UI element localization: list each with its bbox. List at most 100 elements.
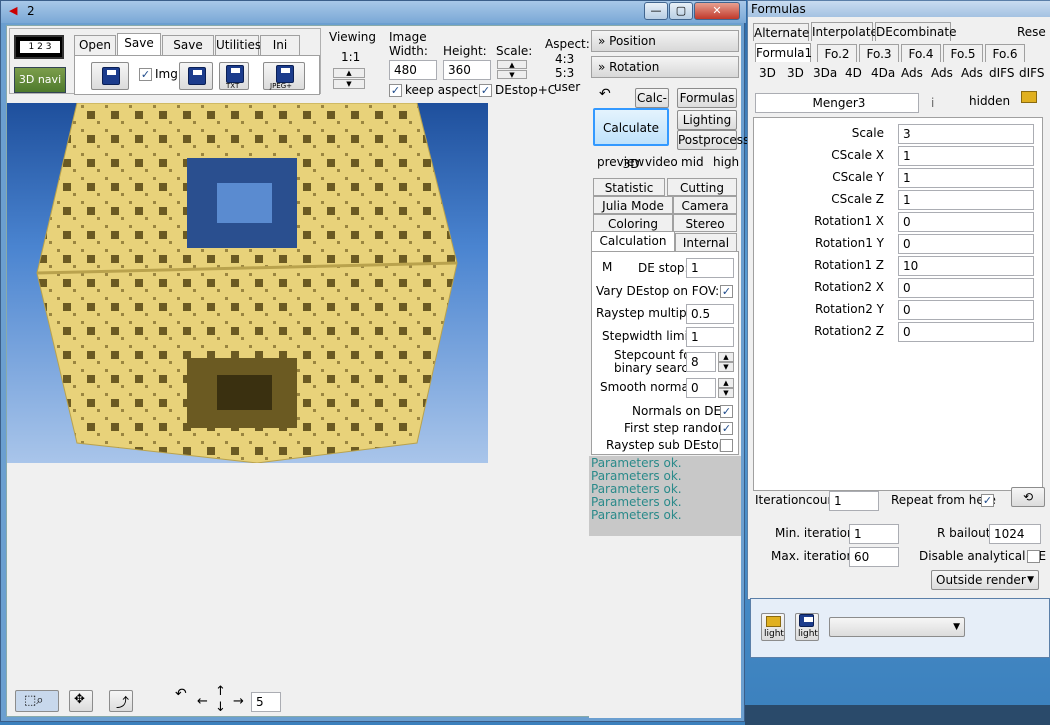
3d-navi-button[interactable]: 3D navi	[14, 67, 66, 93]
tab-utilities[interactable]: Utilities	[215, 35, 261, 55]
step-input[interactable]: 5	[251, 692, 281, 712]
param-value-input[interactable]: 10	[898, 256, 1034, 276]
smooth-down[interactable]: ▼	[718, 388, 734, 398]
param-value-input[interactable]: 0	[898, 278, 1034, 298]
param-value-input[interactable]: 1	[898, 146, 1034, 166]
move-button[interactable]: ✥	[69, 690, 93, 712]
type-tab-ads[interactable]: Ads	[961, 66, 983, 80]
repeat-checkbox[interactable]: ✓	[981, 494, 994, 507]
tab-fo5[interactable]: Fo.5	[943, 44, 983, 62]
type-tab-difs[interactable]: dIFS	[1019, 66, 1044, 80]
disable-de-checkbox[interactable]	[1027, 550, 1040, 563]
tab-save[interactable]: Save	[117, 33, 161, 55]
film-icon[interactable]: 1 2 3	[14, 35, 64, 59]
tab-formula1[interactable]: Formula1	[755, 43, 812, 62]
quality-video[interactable]: video	[645, 155, 678, 169]
scale-down-button[interactable]: ▼	[497, 70, 527, 79]
param-value-input[interactable]: 3	[898, 124, 1034, 144]
save-image-button[interactable]	[179, 62, 213, 90]
param-value-input[interactable]: 1	[898, 190, 1034, 210]
refresh-button[interactable]: ⟲	[1011, 487, 1045, 507]
tab-fo4[interactable]: Fo.4	[901, 44, 941, 62]
tab-cutting[interactable]: Cutting	[667, 178, 737, 196]
smooth-up[interactable]: ▲	[718, 378, 734, 388]
render-view[interactable]	[7, 103, 488, 463]
postprocess-button[interactable]: Postprocess	[677, 130, 749, 150]
vary-destop-checkbox[interactable]: ✓	[720, 285, 733, 298]
tab-calculation[interactable]: Calculation	[591, 231, 675, 251]
select-zoom-button[interactable]: ⬚⌕	[15, 690, 59, 712]
formula-name-field[interactable]: Menger3	[755, 93, 919, 113]
zoom-up-button[interactable]: ▲	[333, 68, 365, 78]
formulas-button[interactable]: Formulas	[677, 88, 737, 108]
tab-camera[interactable]: Camera	[673, 196, 737, 214]
aspect-user[interactable]: user	[554, 80, 580, 94]
hidden-label[interactable]: hidden	[969, 94, 1010, 108]
tab-julia-mode[interactable]: Julia Mode	[593, 196, 673, 214]
stepwidth-input[interactable]: 1	[686, 327, 734, 347]
arrow-right-icon[interactable]: →	[233, 694, 244, 709]
save-jpeg-button[interactable]: JPEG+	[263, 62, 305, 90]
type-tab-ads[interactable]: Ads	[901, 66, 923, 80]
position-section[interactable]: » Position	[591, 30, 739, 52]
smooth-normals-input[interactable]: 0	[686, 378, 716, 398]
height-input[interactable]: 360	[443, 60, 491, 80]
tab-reset[interactable]: Rese	[1017, 25, 1046, 39]
arrow-down-icon[interactable]: ↓	[215, 700, 226, 715]
save-parameters-button[interactable]	[91, 62, 129, 90]
stepcount-down[interactable]: ▼	[718, 362, 734, 372]
tab-fo2[interactable]: Fo.2	[817, 44, 857, 62]
scale-up-button[interactable]: ▲	[497, 60, 527, 69]
measure-button[interactable]: ⤴	[109, 690, 133, 712]
tab-fo6[interactable]: Fo.6	[985, 44, 1025, 62]
light-preset-select[interactable]: ▼	[829, 617, 965, 637]
normals-de-checkbox[interactable]: ✓	[720, 405, 733, 418]
param-value-input[interactable]: 0	[898, 300, 1034, 320]
type-tab-4da[interactable]: 4Da	[871, 66, 895, 80]
type-tab-difs[interactable]: dIFS	[989, 66, 1014, 80]
max-iter-input[interactable]: 60	[849, 547, 899, 567]
load-light-button[interactable]: light	[761, 613, 785, 641]
param-value-input[interactable]: 0	[898, 322, 1034, 342]
tab-decombinate[interactable]: DEcombinate	[875, 22, 956, 41]
first-step-checkbox[interactable]: ✓	[720, 422, 733, 435]
info-icon[interactable]: i	[931, 96, 934, 110]
tab-coloring[interactable]: Coloring	[593, 214, 673, 232]
tab-ini[interactable]: Ini	[260, 35, 300, 55]
type-tab-3da[interactable]: 3Da	[813, 66, 837, 80]
save-light-button[interactable]: light	[795, 613, 819, 641]
type-tab-4d[interactable]: 4D	[845, 66, 862, 80]
tab-open[interactable]: Open	[74, 35, 116, 55]
aspect-4-3[interactable]: 4:3	[555, 52, 574, 66]
quality-mid[interactable]: mid	[681, 155, 704, 169]
rbailout-input[interactable]: 1024	[989, 524, 1041, 544]
param-value-input[interactable]: 0	[898, 212, 1034, 232]
tab-interpolate[interactable]: Interpolate	[811, 22, 878, 41]
aspect-5-3[interactable]: 5:3	[555, 66, 574, 80]
rotate-icon[interactable]: ↶	[175, 686, 187, 702]
quality-high[interactable]: high	[713, 155, 739, 169]
tab-save-pic[interactable]: Save pic	[162, 35, 214, 70]
outside-render-select[interactable]: Outside render ▼	[931, 570, 1039, 590]
undo-icon[interactable]: ↶	[599, 86, 611, 102]
width-input[interactable]: 480	[389, 60, 437, 80]
min-iter-input[interactable]: 1	[849, 524, 899, 544]
zoom-down-button[interactable]: ▼	[333, 79, 365, 89]
de-stop-input[interactable]: 1	[686, 258, 734, 278]
type-tab-3d[interactable]: 3D	[787, 66, 804, 80]
save-txt-button[interactable]: TXT	[219, 62, 249, 90]
maximize-button[interactable]: ▢	[669, 2, 693, 20]
arrow-up-icon[interactable]: ↑	[215, 684, 226, 699]
stepcount-up[interactable]: ▲	[718, 352, 734, 362]
raystep-input[interactable]: 0.5	[686, 304, 734, 324]
iterationcount-input[interactable]: 1	[829, 491, 879, 511]
img-checkbox[interactable]: ✓	[139, 68, 152, 81]
tab-stereo[interactable]: Stereo	[673, 214, 737, 232]
quality-preview[interactable]: preview	[597, 155, 644, 169]
raystep-sub-checkbox[interactable]	[720, 439, 733, 452]
param-value-input[interactable]: 0	[898, 234, 1034, 254]
tab-internal[interactable]: Internal	[675, 233, 737, 251]
calculate-3d-button[interactable]: Calculate 3D	[593, 108, 669, 171]
close-button[interactable]: ✕	[694, 2, 740, 20]
type-tab-ads[interactable]: Ads	[931, 66, 953, 80]
